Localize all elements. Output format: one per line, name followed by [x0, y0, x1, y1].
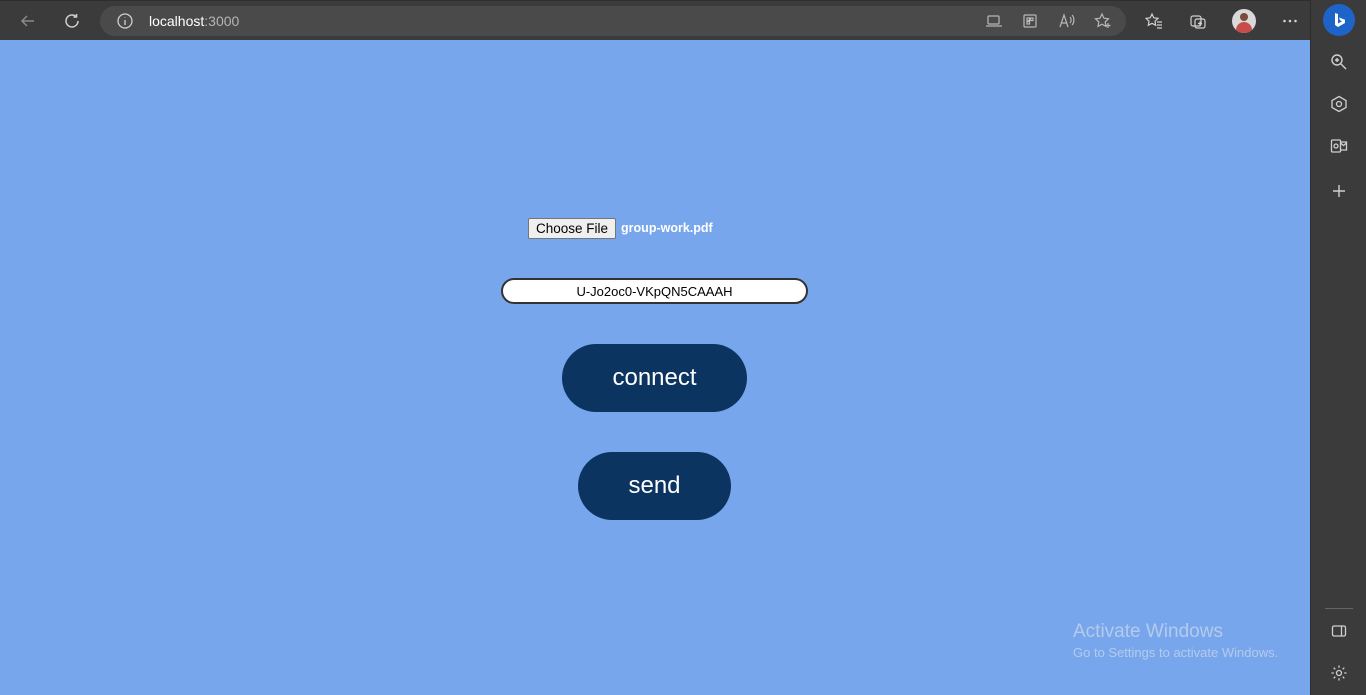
- connect-button[interactable]: connect: [562, 344, 747, 412]
- search-icon: [1331, 54, 1347, 70]
- browser-window: localhost:3000 Choose File group-work.pd…: [0, 0, 1366, 695]
- address-bar[interactable]: localhost:3000: [100, 6, 1126, 36]
- add-icon: [1333, 185, 1345, 197]
- collections-icon: [1190, 15, 1206, 29]
- profile-avatar[interactable]: [1232, 9, 1256, 33]
- refresh-button[interactable]: [58, 7, 86, 35]
- activation-watermark-subtitle: Go to Settings to activate Windows.: [1073, 645, 1279, 660]
- shopping-icon: [1331, 95, 1347, 113]
- bing-icon: [1335, 13, 1345, 27]
- edge-sidebar: [1310, 0, 1366, 695]
- avatar-body: [1236, 22, 1252, 33]
- app-available-icon[interactable]: [985, 12, 1003, 30]
- back-button[interactable]: [14, 7, 42, 35]
- hide-sidebar-icon: [1331, 625, 1347, 637]
- avatar-head: [1240, 13, 1248, 21]
- page-content: Choose File group-work.pdf connect send …: [0, 40, 1310, 695]
- choose-file-button[interactable]: Choose File: [528, 217, 617, 239]
- settings-icon: [1331, 665, 1347, 681]
- sidebar-outlook-button[interactable]: [1325, 132, 1353, 160]
- collections-button[interactable]: [1184, 7, 1212, 35]
- favorites-icon: [1145, 12, 1162, 29]
- more-icon: [1283, 19, 1297, 23]
- sidebar-settings-button[interactable]: [1325, 659, 1353, 687]
- bing-button[interactable]: [1323, 4, 1355, 36]
- sidebar-add-button[interactable]: [1325, 177, 1353, 205]
- back-icon: [20, 15, 34, 27]
- info-icon[interactable]: [116, 12, 134, 30]
- refresh-icon: [65, 14, 79, 28]
- hide-sidebar-button[interactable]: [1325, 617, 1353, 645]
- peer-id-input[interactable]: [501, 278, 808, 304]
- extensions-icon[interactable]: [1021, 12, 1039, 30]
- file-input: Choose File group-work.pdf: [528, 217, 713, 239]
- browser-toolbar: localhost:3000: [0, 0, 1310, 41]
- send-button[interactable]: send: [578, 452, 731, 520]
- add-favorite-icon[interactable]: [1094, 12, 1112, 30]
- selected-file-name: group-work.pdf: [621, 221, 713, 235]
- sidebar-divider: [1325, 608, 1353, 609]
- outlook-icon: [1330, 139, 1348, 153]
- read-aloud-icon[interactable]: [1058, 12, 1076, 30]
- url-port: :3000: [204, 13, 240, 29]
- activation-watermark-title: Activate Windows: [1073, 621, 1223, 642]
- more-button[interactable]: [1276, 7, 1304, 35]
- sidebar-shopping-button[interactable]: [1325, 90, 1353, 118]
- url-text[interactable]: localhost:3000: [149, 13, 239, 29]
- sidebar-search-button[interactable]: [1325, 48, 1353, 76]
- url-host: localhost: [149, 13, 205, 29]
- favorites-button[interactable]: [1140, 7, 1168, 35]
